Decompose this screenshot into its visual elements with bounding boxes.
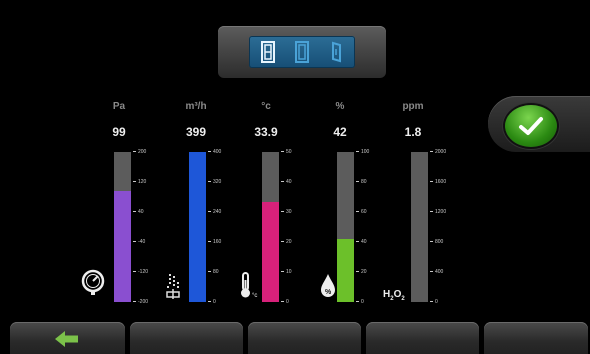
tick-label: 80 — [356, 179, 382, 185]
gauge-bar-airflow — [189, 152, 206, 302]
gauge-fill-pressure — [114, 191, 131, 302]
tick-label: 400 — [430, 269, 456, 275]
mode-selector[interactable] — [218, 26, 386, 78]
toolbar-back-button[interactable] — [10, 322, 125, 354]
tick-label: 2000 — [430, 149, 456, 155]
tick-label: 60 — [356, 209, 382, 215]
tick-label: 20 — [356, 269, 382, 275]
tick-label: 800 — [430, 239, 456, 245]
value-h2o2: 1.8 — [404, 125, 422, 139]
tick-label: 0 — [356, 299, 382, 305]
tick-label: 160 — [208, 239, 234, 245]
value-pressure: 99 — [112, 125, 126, 139]
toolbar-button-4[interactable] — [366, 322, 479, 354]
toolbar-button-5[interactable] — [484, 322, 588, 354]
tick-scale-humidity: 100 80 60 40 20 0 — [356, 149, 382, 305]
value-temperature: 33.9 — [254, 125, 278, 139]
tick-label: -40 — [133, 239, 159, 245]
unit-label-h2o2: ppm — [402, 101, 424, 112]
tick-label: 30 — [281, 209, 307, 215]
gauge-bar-h2o2 — [411, 152, 428, 302]
toolbar-button-3[interactable] — [248, 322, 361, 354]
gauge-fill-humidity — [337, 239, 354, 302]
mode-segment-open[interactable] — [289, 40, 315, 64]
tick-scale-airflow: 400 320 240 160 80 0 — [208, 149, 234, 305]
mode-selector-track — [249, 36, 355, 68]
tick-label: 40 — [281, 179, 307, 185]
toolbar-button-2[interactable] — [130, 322, 243, 354]
unit-label-airflow: m³/h — [185, 101, 207, 112]
tick-label: 240 — [208, 209, 234, 215]
unit-label-temperature: °c — [261, 101, 271, 112]
tick-label: 200 — [133, 149, 159, 155]
tick-scale-temperature: 50 40 30 20 10 0 — [281, 149, 307, 305]
confirm-button[interactable] — [505, 105, 557, 147]
tick-label: 0 — [208, 299, 234, 305]
svg-text:%: % — [325, 289, 332, 296]
mode-segment-ajar[interactable] — [323, 40, 349, 64]
door-open-icon — [295, 41, 309, 63]
tick-scale-h2o2: 2000 1600 1200 800 400 0 — [430, 149, 456, 305]
gauge-bar-pressure — [114, 152, 131, 302]
tick-label: 320 — [208, 179, 234, 185]
tick-label: 40 — [133, 209, 159, 215]
svg-text:°c: °c — [252, 293, 257, 299]
tick-label: 1600 — [430, 179, 456, 185]
tick-label: 1200 — [430, 209, 456, 215]
value-airflow: 399 — [185, 125, 207, 139]
tick-label: 40 — [356, 239, 382, 245]
unit-label-humidity: % — [335, 101, 345, 112]
h2o2-sub-2: 2 — [401, 296, 405, 302]
h2o2-label: H2O2 — [383, 289, 405, 302]
tick-label: 0 — [430, 299, 456, 305]
tick-label: 50 — [281, 149, 307, 155]
tick-label: -120 — [133, 269, 159, 275]
value-humidity: 42 — [333, 125, 347, 139]
tick-label: 80 — [208, 269, 234, 275]
tick-label: 20 — [281, 239, 307, 245]
thermometer-icon: °c — [241, 272, 257, 299]
tick-label: 120 — [133, 179, 159, 185]
checkmark-icon — [519, 117, 543, 135]
gauge-fill-airflow — [189, 152, 206, 302]
unit-label-pressure: Pa — [112, 101, 126, 112]
door-ajar-icon — [332, 41, 341, 63]
tick-label: 100 — [356, 149, 382, 155]
tick-label: -200 — [133, 299, 159, 305]
door-closed-icon — [261, 41, 275, 63]
gauge-bar-humidity — [337, 152, 354, 302]
tick-label: 0 — [281, 299, 307, 305]
humidity-drop-icon: % — [321, 274, 335, 297]
back-arrow-icon — [55, 331, 78, 347]
mode-segment-closed[interactable] — [255, 40, 281, 64]
tick-scale-pressure: 200 120 40 -40 -120 -200 — [133, 149, 159, 305]
tick-label: 10 — [281, 269, 307, 275]
gauge-bar-temperature — [262, 152, 279, 302]
gauge-fill-temperature — [262, 201, 279, 302]
pressure-gauge-icon — [81, 269, 105, 295]
airflow-fan-icon — [166, 274, 180, 299]
tick-label: 400 — [208, 149, 234, 155]
